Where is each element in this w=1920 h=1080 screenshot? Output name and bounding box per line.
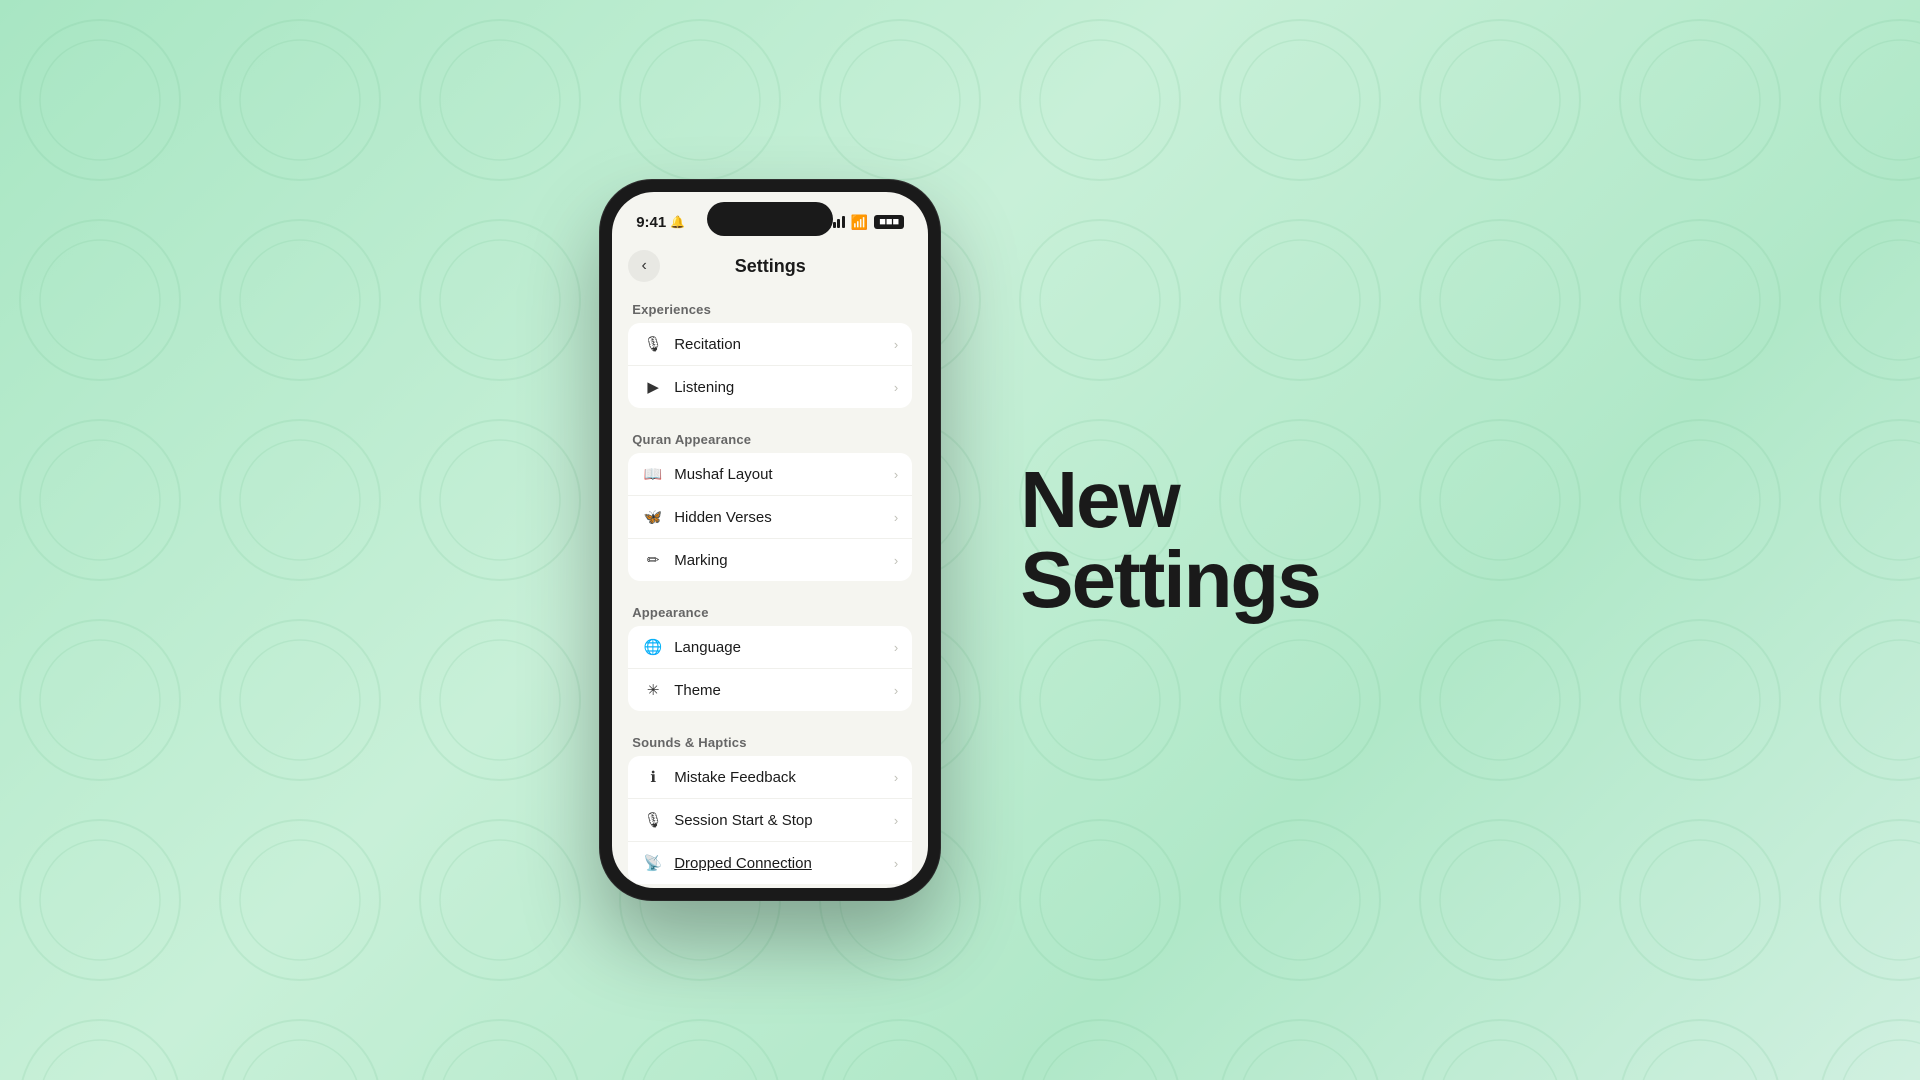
battery-icon: ■■■ <box>874 215 904 229</box>
back-chevron-icon: ‹ <box>642 257 647 275</box>
globe-icon: 🌐 <box>642 638 664 656</box>
chevron-right-icon: › <box>894 683 898 698</box>
hidden-verses-icon: 🦋 <box>642 508 664 526</box>
nav-bar: ‹ Settings <box>612 246 928 294</box>
settings-item-hidden-verses[interactable]: 🦋 Hidden Verses › <box>628 496 912 539</box>
marking-label: Marking <box>674 552 884 569</box>
settings-item-session-start-stop[interactable]: 🎙 Session Start & Stop › <box>628 799 912 842</box>
section-appearance: Appearance 🌐 Language › ✳ Theme › <box>628 597 912 711</box>
back-button[interactable]: ‹ <box>628 250 660 282</box>
phone-device: 9:41 🔔 📶 ■■■ ‹ <box>600 180 940 900</box>
microphone2-icon: 🎙 <box>642 811 664 829</box>
settings-item-marking[interactable]: ✏ Marking › <box>628 539 912 581</box>
settings-group-sounds-haptics: ℹ Mistake Feedback › 🎙 Session Start & S… <box>628 756 912 884</box>
settings-group-quran-appearance: 📖 Mushaf Layout › 🦋 Hidden Verses › ✏ Ma… <box>628 453 912 581</box>
settings-group-appearance: 🌐 Language › ✳ Theme › <box>628 626 912 711</box>
headline-line1: New <box>1020 460 1179 540</box>
mistake-feedback-label: Mistake Feedback <box>674 769 884 786</box>
time-text: 9:41 <box>636 214 666 231</box>
chevron-right-icon: › <box>894 467 898 482</box>
session-start-stop-label: Session Start & Stop <box>674 812 884 829</box>
bell-icon: 🔔 <box>670 215 685 229</box>
settings-item-language[interactable]: 🌐 Language › <box>628 626 912 669</box>
chevron-right-icon: › <box>894 553 898 568</box>
scene: 9:41 🔔 📶 ■■■ ‹ <box>600 180 1320 900</box>
info-icon: ℹ <box>642 768 664 786</box>
chevron-right-icon: › <box>894 770 898 785</box>
settings-item-recitation[interactable]: 🎙 Recitation › <box>628 323 912 366</box>
recitation-label: Recitation <box>674 336 884 353</box>
settings-group-experiences: 🎙 Recitation › ▶ Listening › <box>628 323 912 408</box>
settings-item-mistake-feedback[interactable]: ℹ Mistake Feedback › <box>628 756 912 799</box>
settings-item-mushaf-layout[interactable]: 📖 Mushaf Layout › <box>628 453 912 496</box>
dynamic-island <box>707 202 833 236</box>
section-experiences: Experiences 🎙 Recitation › ▶ Listening › <box>628 294 912 408</box>
section-quran-appearance: Quran Appearance 📖 Mushaf Layout › 🦋 Hid… <box>628 424 912 581</box>
chevron-right-icon: › <box>894 337 898 352</box>
listening-label: Listening <box>674 379 884 396</box>
theme-label: Theme <box>674 682 884 699</box>
section-title-quran-appearance: Quran Appearance <box>628 424 912 453</box>
status-icons: 📶 ■■■ <box>828 214 904 231</box>
section-sounds-haptics: Sounds & Haptics ℹ Mistake Feedback › 🎙 … <box>628 727 912 884</box>
chevron-right-icon: › <box>894 813 898 828</box>
chevron-right-icon: › <box>894 856 898 871</box>
headline-text: New Settings <box>1020 460 1320 620</box>
settings-content: Experiences 🎙 Recitation › ▶ Listening › <box>612 294 928 888</box>
language-label: Language <box>674 639 884 656</box>
phone-screen: 9:41 🔔 📶 ■■■ ‹ <box>612 192 928 888</box>
page-title: Settings <box>735 256 806 277</box>
section-title-experiences: Experiences <box>628 294 912 323</box>
settings-item-theme[interactable]: ✳ Theme › <box>628 669 912 711</box>
dropped-connection-label: Dropped Connection <box>674 855 884 872</box>
theme-icon: ✳ <box>642 681 664 699</box>
headline-line2: Settings <box>1020 540 1320 620</box>
chevron-right-icon: › <box>894 510 898 525</box>
section-title-sounds-haptics: Sounds & Haptics <box>628 727 912 756</box>
book-icon: 📖 <box>642 465 664 483</box>
hidden-verses-label: Hidden Verses <box>674 509 884 526</box>
wifi-icon: 📶 <box>851 214 868 231</box>
chevron-right-icon: › <box>894 640 898 655</box>
pencil-icon: ✏ <box>642 551 664 569</box>
settings-item-dropped-connection[interactable]: 📡 Dropped Connection › <box>628 842 912 884</box>
section-title-appearance: Appearance <box>628 597 912 626</box>
microphone-icon: 🎙 <box>642 335 664 353</box>
play-icon: ▶ <box>642 378 664 396</box>
chevron-right-icon: › <box>894 380 898 395</box>
settings-item-listening[interactable]: ▶ Listening › <box>628 366 912 408</box>
signal-icon: 📡 <box>642 854 664 872</box>
status-time: 9:41 🔔 <box>636 214 685 231</box>
mushaf-layout-label: Mushaf Layout <box>674 466 884 483</box>
